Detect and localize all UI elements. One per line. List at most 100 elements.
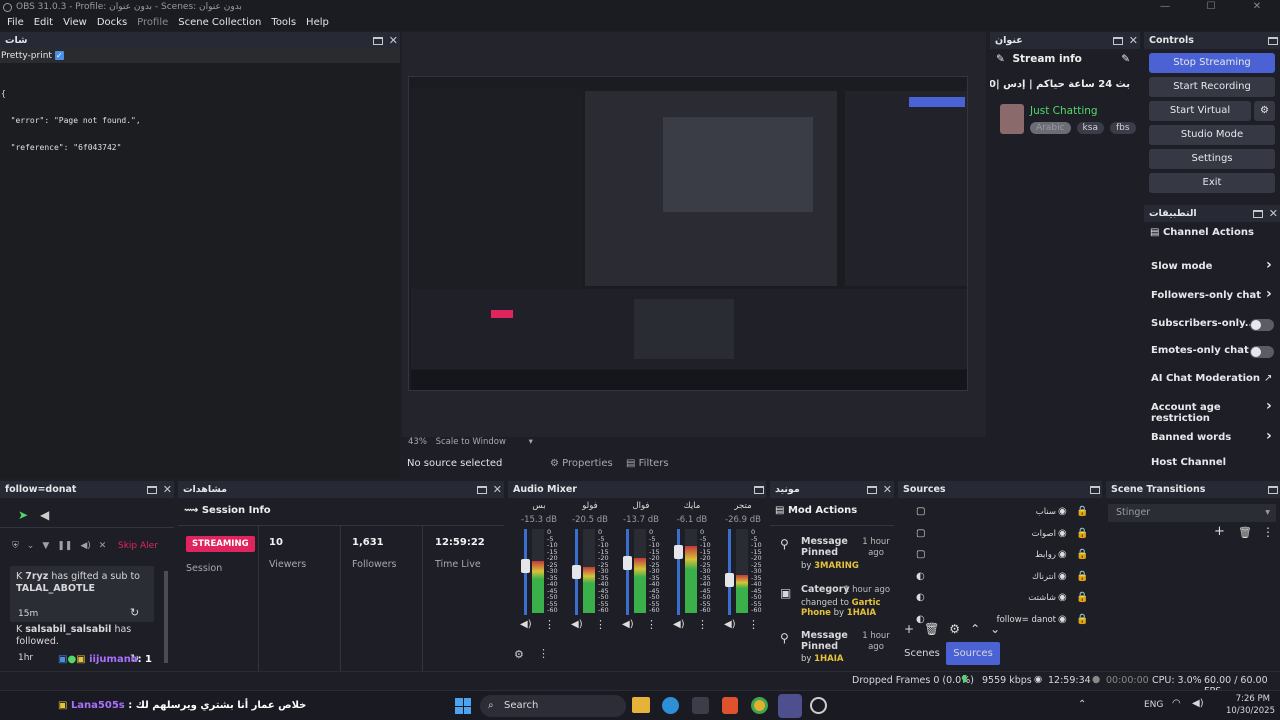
close-dock-icon[interactable]: ✕ bbox=[493, 484, 502, 495]
menu-view[interactable]: View bbox=[58, 15, 92, 31]
start-virtual-camera-button[interactable]: Start Virtual Camera bbox=[1149, 101, 1251, 136]
mute-icon[interactable]: ✕ bbox=[99, 541, 107, 551]
subscribers-only-toggle[interactable] bbox=[1250, 319, 1274, 331]
volume-slider[interactable] bbox=[626, 529, 629, 615]
discord-icon[interactable] bbox=[778, 694, 802, 718]
shield-icon[interactable]: ⛨ bbox=[12, 541, 19, 551]
visibility-icon[interactable]: ◉ bbox=[1058, 506, 1067, 517]
slider-handle[interactable] bbox=[725, 573, 734, 587]
ai-moderation-row[interactable]: AI Chat Moderation bbox=[1151, 373, 1260, 384]
slider-handle[interactable] bbox=[623, 556, 632, 571]
visibility-icon[interactable]: ◉ bbox=[1058, 614, 1067, 625]
external-link-icon[interactable]: ↗ bbox=[1264, 373, 1272, 384]
more-icon[interactable]: ⋮ bbox=[646, 618, 657, 631]
close-window-icon[interactable]: ✕ bbox=[1234, 0, 1280, 15]
close-dock-icon[interactable]: ✕ bbox=[389, 35, 398, 46]
chevron-up-icon[interactable]: ⌃ bbox=[1078, 699, 1086, 710]
more-icon[interactable]: ⋮ bbox=[1262, 525, 1274, 539]
float-dock-icon[interactable] bbox=[1112, 36, 1123, 45]
chrome-icon[interactable] bbox=[751, 697, 768, 714]
category[interactable]: Just Chatting bbox=[1030, 105, 1098, 117]
megaphone-icon[interactable]: ◀ bbox=[40, 508, 49, 522]
minimize-icon[interactable]: — bbox=[1142, 0, 1188, 15]
chevron-right-icon[interactable]: › bbox=[1266, 398, 1272, 414]
stop-streaming-button[interactable]: Stop Streaming bbox=[1149, 53, 1275, 73]
source-item[interactable]: ▢ اصوات ◉ 🔒 bbox=[898, 525, 1098, 545]
settings-button[interactable]: Settings bbox=[1149, 149, 1275, 169]
mute-icon[interactable]: ◀) bbox=[571, 619, 583, 630]
lock-icon[interactable]: 🔒 bbox=[1076, 506, 1088, 517]
obs-taskbar-icon[interactable] bbox=[810, 697, 827, 714]
slow-mode-row[interactable]: Slow mode bbox=[1151, 261, 1212, 272]
pause-icon[interactable]: ❚❚ bbox=[57, 541, 72, 551]
tab-sources[interactable]: Sources bbox=[946, 642, 1000, 665]
send-icon[interactable]: ➤ bbox=[18, 508, 28, 522]
close-dock-icon[interactable]: ✕ bbox=[163, 484, 172, 495]
exit-button[interactable]: Exit bbox=[1149, 173, 1275, 193]
float-dock-icon[interactable] bbox=[146, 485, 157, 494]
pretty-print-checkbox[interactable]: ✓ bbox=[54, 51, 64, 60]
more-icon[interactable]: ⋮ bbox=[595, 618, 606, 631]
lock-icon[interactable]: 🔒 bbox=[1076, 549, 1088, 560]
float-dock-icon[interactable] bbox=[1268, 36, 1278, 45]
volume-slider[interactable] bbox=[728, 529, 731, 615]
skip-alert-button[interactable]: Skip Aler bbox=[118, 541, 158, 551]
lock-icon[interactable]: 🔒 bbox=[1076, 614, 1088, 625]
source-item[interactable]: ◐ انترناك ◉ 🔒 bbox=[898, 568, 1098, 588]
move-down-icon[interactable]: ⌄ bbox=[990, 622, 1000, 636]
filter-icon[interactable]: ▼ bbox=[42, 541, 49, 551]
edit-icon[interactable]: ✎ bbox=[1121, 53, 1130, 65]
taskbar-search[interactable]: ⌕ Search bbox=[480, 695, 626, 717]
float-dock-icon[interactable] bbox=[1268, 485, 1278, 494]
maximize-icon[interactable]: ☐ bbox=[1188, 0, 1234, 15]
transition-select[interactable]: Stinger ▾ bbox=[1108, 504, 1276, 522]
studio-mode-button[interactable]: Studio Mode bbox=[1149, 125, 1275, 145]
preview-canvas[interactable] bbox=[408, 76, 968, 391]
volume-icon[interactable]: ◀) bbox=[1192, 698, 1204, 709]
followers-only-row[interactable]: Followers-only chat bbox=[1151, 290, 1261, 301]
more-icon[interactable]: ⋮ bbox=[544, 618, 555, 631]
menu-file[interactable]: File bbox=[2, 15, 29, 31]
filters-button[interactable]: ▤ Filters bbox=[626, 458, 669, 469]
remove-source-icon[interactable]: 🗑 bbox=[924, 622, 939, 636]
menu-help[interactable]: Help bbox=[301, 15, 334, 31]
remove-transition-icon[interactable]: 🗑 bbox=[1238, 526, 1252, 539]
source-item[interactable]: ▢ روابط ◉ 🔒 bbox=[898, 546, 1098, 566]
file-explorer-icon[interactable] bbox=[632, 697, 650, 713]
add-transition-icon[interactable]: + bbox=[1214, 524, 1225, 539]
source-item[interactable]: ▢ سناب ◉ 🔒 bbox=[898, 503, 1098, 523]
chevron-down-icon[interactable]: ⌄ bbox=[27, 541, 35, 551]
close-dock-icon[interactable]: ✕ bbox=[883, 484, 892, 495]
host-channel-row[interactable]: Host Channel bbox=[1151, 457, 1226, 468]
slider-handle[interactable] bbox=[521, 559, 530, 574]
tab-scenes[interactable]: Scenes bbox=[898, 642, 946, 665]
lock-icon[interactable]: 🔒 bbox=[1076, 592, 1088, 603]
visibility-icon[interactable]: ◉ bbox=[1058, 528, 1067, 539]
menu-docks[interactable]: Docks bbox=[92, 15, 132, 31]
menu-profile[interactable]: Profile bbox=[132, 15, 173, 31]
close-dock-icon[interactable]: ✕ bbox=[1129, 35, 1138, 46]
volume-slider[interactable] bbox=[677, 529, 680, 615]
visibility-icon[interactable]: ◉ bbox=[1058, 592, 1067, 603]
close-dock-icon[interactable]: ✕ bbox=[1269, 208, 1278, 219]
mute-icon[interactable]: ◀) bbox=[520, 619, 532, 630]
more-icon[interactable]: ⋮ bbox=[697, 618, 708, 631]
float-dock-icon[interactable] bbox=[476, 485, 487, 494]
start-recording-button[interactable]: Start Recording bbox=[1149, 77, 1275, 97]
banned-words-row[interactable]: Banned words bbox=[1151, 432, 1231, 443]
chevron-right-icon[interactable]: › bbox=[1266, 428, 1272, 444]
language-indicator[interactable]: ENG bbox=[1144, 700, 1163, 710]
taskbar-clock[interactable]: 7:26 PM 10/30/2025 bbox=[1226, 693, 1275, 717]
add-source-icon[interactable]: + bbox=[904, 622, 914, 636]
float-dock-icon[interactable] bbox=[1252, 209, 1263, 218]
menu-scene-collection[interactable]: Scene Collection bbox=[173, 15, 266, 31]
move-up-icon[interactable]: ⌃ bbox=[970, 622, 980, 636]
windows-start-icon[interactable] bbox=[455, 698, 471, 714]
chevron-right-icon[interactable]: › bbox=[1266, 257, 1272, 273]
mixer-settings-icon[interactable]: ⚙ bbox=[514, 648, 524, 661]
brave-icon[interactable] bbox=[722, 697, 738, 714]
chevron-down-icon[interactable]: ▾ bbox=[529, 437, 533, 447]
menu-tools[interactable]: Tools bbox=[266, 15, 301, 31]
mute-icon[interactable]: ◀) bbox=[724, 619, 736, 630]
float-dock-icon[interactable] bbox=[866, 485, 877, 494]
